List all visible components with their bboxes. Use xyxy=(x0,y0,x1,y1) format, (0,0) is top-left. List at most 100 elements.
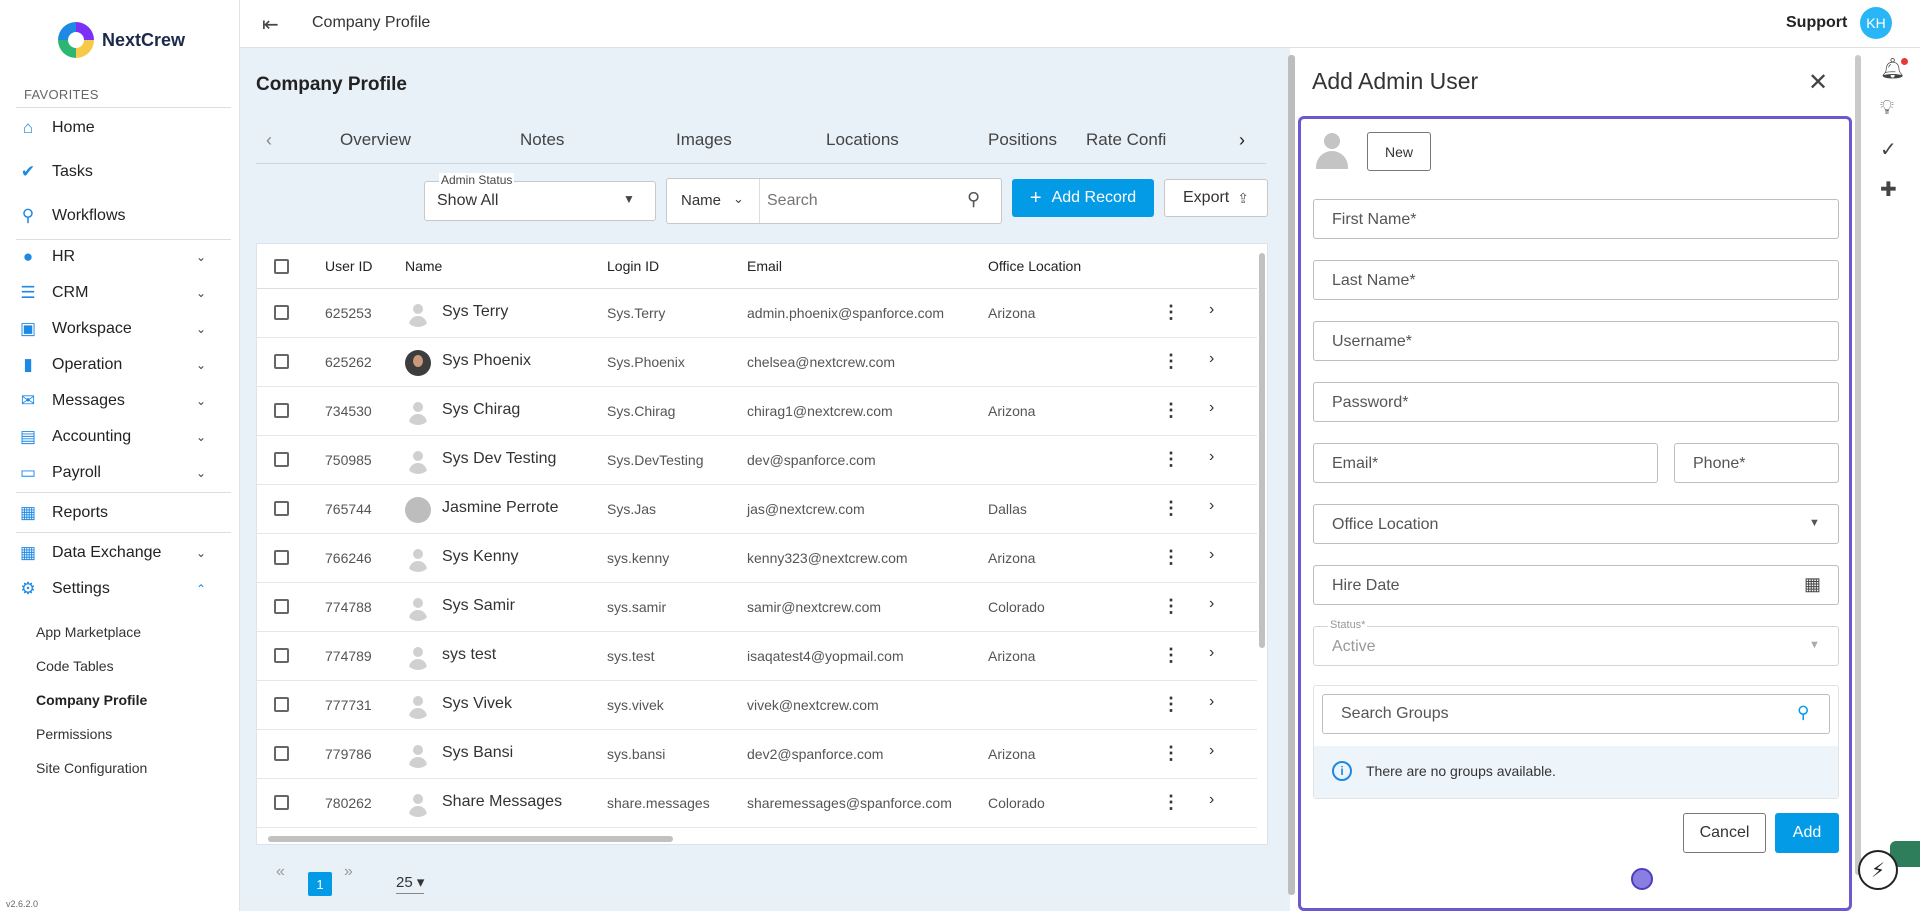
chevron-right-icon[interactable]: › xyxy=(1209,693,1214,711)
table-row[interactable]: 765744 Jasmine Perrote Sys.Jas jas@nextcrew… xyxy=(257,485,1257,534)
support-link[interactable]: Support xyxy=(1786,14,1847,32)
new-photo-button[interactable]: New xyxy=(1367,132,1431,171)
first-name-field[interactable]: First Name* xyxy=(1313,199,1839,239)
column-header-name[interactable]: Name xyxy=(405,258,442,274)
more-options-icon[interactable]: ⋮ xyxy=(1162,449,1180,470)
sidebar-subitem-code-tables[interactable]: Code Tables xyxy=(36,658,114,674)
check-circle-icon[interactable]: ✓ xyxy=(1880,137,1897,162)
row-checkbox[interactable] xyxy=(274,550,289,565)
calendar-icon[interactable]: ▦ xyxy=(1804,574,1821,595)
more-options-icon[interactable]: ⋮ xyxy=(1162,302,1180,323)
sidebar-item-settings[interactable]: ⚙ Settings ⌃ xyxy=(0,572,240,606)
cell-name[interactable]: Sys Bansi xyxy=(442,744,513,762)
table-horizontal-scrollbar[interactable] xyxy=(268,836,673,842)
row-checkbox[interactable] xyxy=(274,697,289,712)
chevron-right-icon[interactable]: › xyxy=(1209,595,1214,613)
cancel-button[interactable]: Cancel xyxy=(1683,813,1766,853)
search-icon[interactable]: ⚲ xyxy=(1797,703,1809,723)
sidebar-item-hr[interactable]: ● HR ⌄ xyxy=(0,240,240,274)
cell-name[interactable]: Sys Kenny xyxy=(442,548,518,566)
cell-name[interactable]: Sys Terry xyxy=(442,303,508,321)
chevron-right-icon[interactable]: › xyxy=(1209,546,1214,564)
sidebar-subitem-permissions[interactable]: Permissions xyxy=(36,726,112,742)
cell-name[interactable]: sys test xyxy=(442,646,496,664)
phone-field[interactable]: Phone* xyxy=(1674,443,1839,483)
sidebar-subitem-site-configuration[interactable]: Site Configuration xyxy=(36,760,147,776)
sidebar-item-accounting[interactable]: ▤ Accounting ⌄ xyxy=(0,420,240,454)
chevron-right-icon[interactable]: › xyxy=(1209,301,1214,319)
column-header-office-location[interactable]: Office Location xyxy=(988,258,1081,274)
sidebar-item-tasks[interactable]: ✔ Tasks xyxy=(0,155,240,189)
user-avatar[interactable]: KH xyxy=(1860,7,1892,39)
row-checkbox[interactable] xyxy=(274,746,289,761)
sidebar-subitem-app-marketplace[interactable]: App Marketplace xyxy=(36,624,141,640)
search-icon[interactable]: ⚲ xyxy=(967,189,980,210)
chevron-right-icon[interactable]: › xyxy=(1209,448,1214,466)
sidebar-item-reports[interactable]: ▦ Reports xyxy=(0,496,240,530)
export-button[interactable]: Export ⇪ xyxy=(1164,179,1268,217)
hire-date-field[interactable]: Hire Date ▦ xyxy=(1313,565,1839,605)
quick-action-icon[interactable]: ⚡︎ xyxy=(1858,850,1898,890)
tab-notes[interactable]: Notes xyxy=(520,130,564,150)
cell-name[interactable]: Jasmine Perrote xyxy=(442,499,559,517)
row-checkbox[interactable] xyxy=(274,305,289,320)
add-button[interactable]: Add xyxy=(1775,813,1839,853)
table-row[interactable]: 750985 Sys Dev Testing Sys.DevTesting dev@s… xyxy=(257,436,1257,485)
first-page-icon[interactable]: « xyxy=(276,863,285,881)
search-field-select[interactable]: Name xyxy=(681,192,721,209)
table-row[interactable]: 625262 Sys Phoenix Sys.Phoenix chelsea@next… xyxy=(257,338,1257,387)
row-checkbox[interactable] xyxy=(274,599,289,614)
chevron-right-icon[interactable]: › xyxy=(1209,497,1214,515)
row-checkbox[interactable] xyxy=(274,501,289,516)
brand-logo[interactable]: NextCrew xyxy=(58,22,185,58)
sidebar-item-workflows[interactable]: ⚲ Workflows xyxy=(0,199,240,233)
sidebar-item-messages[interactable]: ✉ Messages ⌄ xyxy=(0,384,240,418)
table-row[interactable]: 766246 Sys Kenny sys.kenny kenny323@nextcre… xyxy=(257,534,1257,583)
lightbulb-icon[interactable]: 💡︎ xyxy=(1880,97,1894,120)
row-checkbox[interactable] xyxy=(274,452,289,467)
row-checkbox[interactable] xyxy=(274,795,289,810)
tab-scroll-left-icon[interactable]: ‹ xyxy=(266,130,272,151)
add-record-button[interactable]: + Add Record xyxy=(1012,179,1154,217)
sidebar-subitem-company-profile[interactable]: Company Profile xyxy=(36,692,147,708)
table-row[interactable]: 779786 Sys Bansi sys.bansi dev2@spanforce.c… xyxy=(257,730,1257,779)
search-groups-input[interactable]: Search Groups ⚲ xyxy=(1322,694,1830,734)
more-options-icon[interactable]: ⋮ xyxy=(1162,498,1180,519)
chevron-right-icon[interactable]: › xyxy=(1209,350,1214,368)
tab-images[interactable]: Images xyxy=(676,130,732,150)
column-header-user-id[interactable]: User ID xyxy=(325,258,372,274)
tab-rate-configuration[interactable]: Rate Configura xyxy=(1086,130,1166,150)
sidebar-item-data-exchange[interactable]: ▦ Data Exchange ⌄ xyxy=(0,536,240,570)
more-options-icon[interactable]: ⋮ xyxy=(1162,596,1180,617)
table-row[interactable]: 625253 Sys Terry Sys.Terry admin.phoenix@sp… xyxy=(257,289,1257,338)
more-options-icon[interactable]: ⋮ xyxy=(1162,792,1180,813)
cell-name[interactable]: Sys Vivek xyxy=(442,695,512,713)
page-number-current[interactable]: 1 xyxy=(308,872,332,896)
panel-scrollbar[interactable] xyxy=(1855,55,1861,875)
tab-positions[interactable]: Positions xyxy=(988,130,1057,150)
more-options-icon[interactable]: ⋮ xyxy=(1162,743,1180,764)
avatar-placeholder-icon[interactable] xyxy=(1313,131,1351,169)
more-options-icon[interactable]: ⋮ xyxy=(1162,400,1180,421)
cell-name[interactable]: Sys Dev Testing xyxy=(442,450,556,468)
table-row[interactable]: 774788 Sys Samir sys.samir samir@nextcrew.c… xyxy=(257,583,1257,632)
password-field[interactable]: Password* xyxy=(1313,382,1839,422)
username-field[interactable]: Username* xyxy=(1313,321,1839,361)
table-row[interactable]: 774789 sys test sys.test isaqatest4@yopmail… xyxy=(257,632,1257,681)
search-input[interactable] xyxy=(767,187,947,215)
email-field[interactable]: Email* xyxy=(1313,443,1658,483)
table-row[interactable]: 780262 Share Messages share.messages sharem… xyxy=(257,779,1257,828)
chevron-right-icon[interactable]: › xyxy=(1209,742,1214,760)
chevron-right-icon[interactable]: › xyxy=(1209,399,1214,417)
cell-name[interactable]: Sys Samir xyxy=(442,597,515,615)
sidebar-item-workspace[interactable]: ▣ Workspace ⌄ xyxy=(0,312,240,346)
more-options-icon[interactable]: ⋮ xyxy=(1162,351,1180,372)
row-checkbox[interactable] xyxy=(274,403,289,418)
chevron-right-icon[interactable]: › xyxy=(1209,791,1214,809)
select-all-checkbox[interactable] xyxy=(274,259,289,274)
table-row[interactable]: 777731 Sys Vivek sys.vivek vivek@nextcrew.c… xyxy=(257,681,1257,730)
cell-name[interactable]: Share Messages xyxy=(442,793,562,811)
table-vertical-scrollbar[interactable] xyxy=(1259,253,1265,648)
check-add-icon[interactable]: ✚ xyxy=(1880,177,1897,202)
row-checkbox[interactable] xyxy=(274,648,289,663)
